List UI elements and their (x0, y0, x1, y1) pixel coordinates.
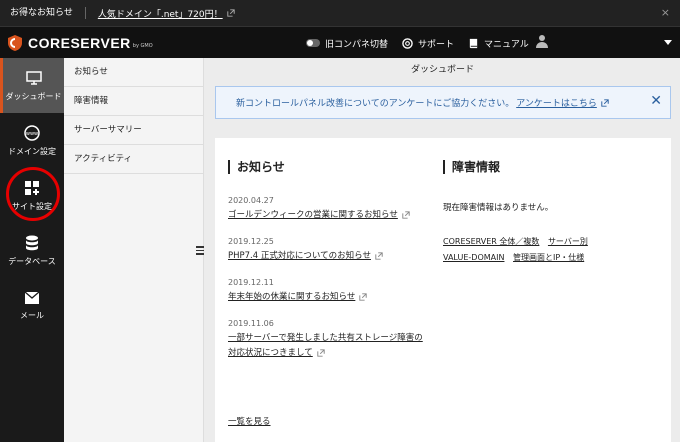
submenu-item-server-summary[interactable]: サーバーサマリー (64, 116, 203, 145)
submenu-item-activity[interactable]: アクティビティ (64, 145, 203, 174)
news-date: 2020.04.27 (228, 196, 274, 205)
database-icon (26, 235, 38, 250)
manual-link[interactable]: マニュアル (468, 37, 529, 50)
trouble-status: 現在障害情報はありません。 (443, 203, 554, 213)
announcement-close-button[interactable]: × (661, 6, 670, 19)
submenu: お知らせ 障害情報 サーバーサマリー アクティビティ (64, 58, 204, 442)
www-globe-icon: www (24, 124, 40, 141)
page-title: ダッシュボード (410, 65, 474, 75)
external-link-icon (317, 348, 325, 357)
list-item: 2019.11.06 一部サーバーで発生しました共有ストレージ障害の対応状況につ… (228, 319, 428, 361)
sidebar-item-label: メール (20, 310, 44, 320)
support-label: サポート (418, 39, 455, 50)
news-link-text[interactable]: 一部サーバーで発生しました共有ストレージ障害の対応状況につきまして (228, 333, 423, 358)
chevron-down-icon[interactable] (664, 40, 672, 45)
news-link-text[interactable]: ゴールデンウィークの営業に関するお知らせ (228, 210, 398, 220)
survey-notice: 新コントロールパネル改善についてのアンケートにご協力ください。 アンケートはこち… (215, 86, 671, 119)
announcement-bar: お得なお知らせ 人気ドメイン「.net」720円！ × (0, 0, 680, 26)
notice-text: 新コントロールパネル改善についてのアンケートにご協力ください。 (236, 99, 515, 109)
grid-plus-icon (25, 180, 39, 195)
sidebar-item-site[interactable]: サイト設定 (0, 168, 64, 223)
sidebar-item-domain[interactable]: www ドメイン設定 (0, 113, 64, 168)
list-item: 2020.04.27 ゴールデンウィークの営業に関するお知らせ (228, 196, 428, 223)
sidebar-item-database[interactable]: データベース (0, 223, 64, 278)
external-link-icon (359, 292, 368, 301)
app-header: CORESERVER by GMO 旧コンパネ切替 サポート マニュアル (0, 26, 680, 58)
news-link-text[interactable]: 年末年始の休業に関するお知らせ (228, 292, 355, 302)
announcement-link[interactable]: 人気ドメイン「.net」720円！ (86, 7, 235, 20)
sidebar-item-label: データベース (8, 256, 56, 266)
survey-link-text[interactable]: アンケートはこちら (516, 96, 597, 109)
trouble-links: CORESERVER 全体／複数 サーバー別 VALUE-DOMAIN 管理画面… (443, 234, 648, 266)
svg-text:www: www (26, 131, 38, 137)
list-item: 2019.12.11 年末年始の休業に関するお知らせ (228, 278, 428, 305)
old-panel-toggle-label: 旧コンパネ切替 (325, 39, 389, 50)
trouble-link-all[interactable]: CORESERVER 全体／複数 (443, 237, 539, 246)
trouble-link-server[interactable]: サーバー別 (548, 237, 588, 246)
logo-text: CORESERVER (28, 34, 131, 51)
toggle-switch-icon (306, 39, 320, 47)
external-link-icon (601, 98, 609, 107)
notice-close-button[interactable]: ✕ (650, 93, 662, 109)
mail-icon (24, 291, 40, 304)
news-link-text[interactable]: PHP7.4 正式対応についてのお知らせ (228, 251, 371, 261)
logo[interactable]: CORESERVER by GMO (0, 34, 153, 51)
news-link[interactable]: 年末年始の休業に関するお知らせ (228, 290, 428, 305)
sidebar-item-dashboard[interactable]: ダッシュボード (0, 58, 64, 113)
sidebar-item-label: ドメイン設定 (8, 146, 56, 156)
submenu-item-trouble[interactable]: 障害情報 (64, 87, 203, 116)
list-item: 2019.12.25 PHP7.4 正式対応についてのお知らせ (228, 237, 428, 264)
sidebar-item-label: ダッシュボード (5, 91, 62, 101)
monitor-icon (25, 70, 42, 85)
main-content: ダッシュボード 新コントロールパネル改善についてのアンケートにご協力ください。 … (205, 58, 680, 442)
support-link[interactable]: サポート (402, 37, 454, 50)
survey-link[interactable]: アンケートはこちら (516, 96, 609, 109)
old-panel-toggle[interactable]: 旧コンパネ切替 (306, 37, 388, 50)
header-nav: 旧コンパネ切替 サポート マニュアル (306, 27, 543, 59)
news-date: 2019.11.06 (228, 319, 274, 328)
external-link-icon (226, 9, 235, 17)
news-link[interactable]: PHP7.4 正式対応についてのお知らせ (228, 249, 428, 264)
news-date: 2019.12.25 (228, 237, 274, 246)
announcement-link-text[interactable]: 人気ドメイン「.net」720円！ (98, 7, 223, 20)
submenu-item-news[interactable]: お知らせ (64, 58, 203, 87)
manual-label: マニュアル (484, 39, 529, 50)
trouble-link-admin-ip[interactable]: 管理画面とIP・仕様 (513, 253, 584, 262)
trouble-section-title: 障害情報 (443, 160, 500, 174)
shield-logo-icon (8, 34, 22, 51)
sidebar-item-label: サイト設定 (12, 201, 52, 211)
trouble-link-value-domain[interactable]: VALUE-DOMAIN (443, 253, 504, 262)
news-link[interactable]: ゴールデンウィークの営業に関するお知らせ (228, 208, 428, 223)
user-icon[interactable] (536, 34, 548, 48)
news-date: 2019.12.11 (228, 278, 274, 287)
lifebuoy-icon (402, 37, 413, 49)
menu-toggle-icon[interactable] (196, 246, 204, 257)
news-list: 2020.04.27 ゴールデンウィークの営業に関するお知らせ 2019.12.… (228, 196, 428, 375)
dashboard-card: お知らせ 2020.04.27 ゴールデンウィークの営業に関するお知らせ 201… (215, 138, 671, 442)
sidebar-item-mail[interactable]: メール (0, 278, 64, 333)
news-section-title: お知らせ (228, 160, 285, 174)
news-more-link[interactable]: 一覧を見る (228, 415, 271, 427)
external-link-icon (375, 251, 383, 260)
news-link[interactable]: 一部サーバーで発生しました共有ストレージ障害の対応状況につきまして (228, 331, 428, 361)
logo-subtext: by GMO (132, 42, 153, 49)
sidebar: ダッシュボード www ドメイン設定 サイト設定 データベース メール (0, 58, 64, 442)
external-link-icon (402, 210, 410, 219)
book-icon (469, 38, 478, 48)
announcement-label: お得なお知らせ (0, 7, 86, 19)
